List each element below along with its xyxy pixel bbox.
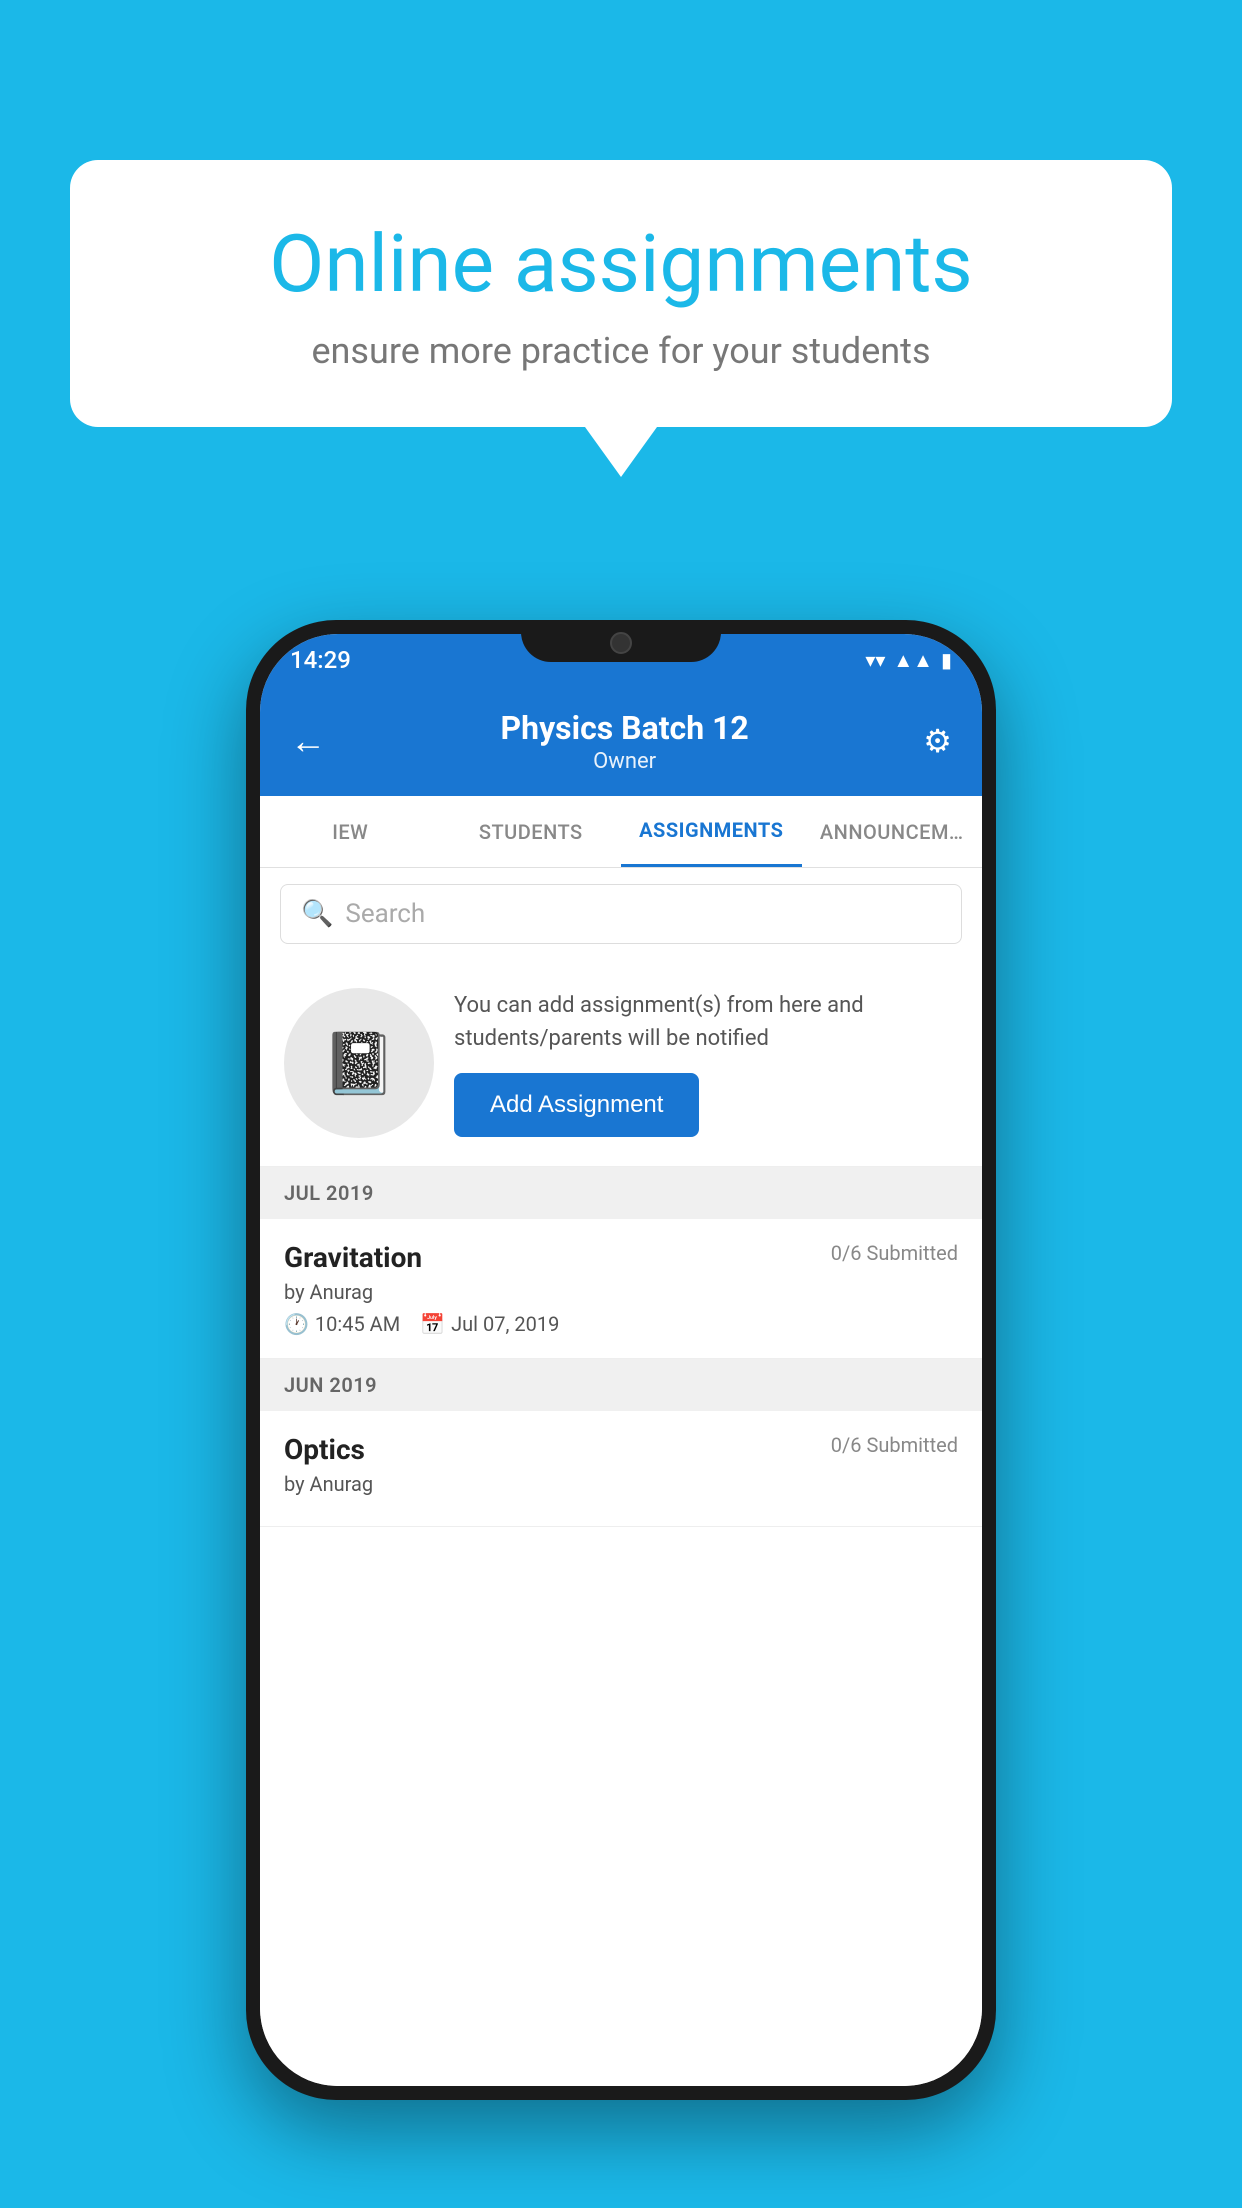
- assignment-row1: Gravitation 0/6 Submitted: [284, 1241, 958, 1274]
- header-title: Physics Batch 12: [501, 709, 749, 747]
- status-icons: ▾▾ ▲▲ ▮: [865, 648, 952, 673]
- clock-icon: 🕐: [284, 1312, 309, 1336]
- assignment-meta-gravitation: 🕐 10:45 AM 📅 Jul 07, 2019: [284, 1312, 958, 1336]
- calendar-icon: 📅: [420, 1312, 445, 1336]
- speech-bubble-subtitle: ensure more practice for your students: [130, 330, 1112, 372]
- header-title-block: Physics Batch 12 Owner: [501, 709, 749, 774]
- speech-bubble-title: Online assignments: [130, 220, 1112, 308]
- tab-announcements[interactable]: ANNOUNCEM…: [802, 796, 983, 867]
- add-assignment-button[interactable]: Add Assignment: [454, 1073, 699, 1137]
- speech-bubble-container: Online assignments ensure more practice …: [70, 160, 1172, 477]
- front-camera: [610, 632, 632, 654]
- app-header: ← Physics Batch 12 Owner ⚙: [260, 686, 982, 796]
- assignment-submitted-gravitation: 0/6 Submitted: [831, 1241, 958, 1265]
- phone-outer: 14:29 ▾▾ ▲▲ ▮ ← Physics Batch 12 Owner ⚙: [246, 620, 996, 2100]
- search-bar-container: 🔍 Search: [260, 868, 982, 960]
- assignment-title-gravitation: Gravitation: [284, 1241, 422, 1274]
- tab-students[interactable]: STUDENTS: [441, 796, 622, 867]
- search-icon: 🔍: [301, 899, 333, 929]
- phone-mockup: 14:29 ▾▾ ▲▲ ▮ ← Physics Batch 12 Owner ⚙: [246, 620, 996, 2100]
- promo-description: You can add assignment(s) from here and …: [454, 989, 958, 1055]
- wifi-icon: ▾▾: [865, 648, 885, 672]
- back-button[interactable]: ←: [290, 720, 326, 762]
- assignment-date-gravitation: 📅 Jul 07, 2019: [420, 1312, 559, 1336]
- tabs-bar: IEW STUDENTS ASSIGNMENTS ANNOUNCEM…: [260, 796, 982, 868]
- promo-section: 📓 You can add assignment(s) from here an…: [260, 960, 982, 1167]
- promo-text-block: You can add assignment(s) from here and …: [454, 989, 958, 1137]
- search-bar[interactable]: 🔍 Search: [280, 884, 962, 944]
- month-header-jun: JUN 2019: [260, 1359, 982, 1411]
- search-placeholder: Search: [345, 899, 425, 929]
- promo-icon-circle: 📓: [284, 988, 434, 1138]
- notebook-icon: 📓: [322, 1028, 397, 1099]
- assignment-submitted-optics: 0/6 Submitted: [831, 1433, 958, 1457]
- assignment-by-optics: by Anurag: [284, 1472, 958, 1496]
- assignment-item-gravitation[interactable]: Gravitation 0/6 Submitted by Anurag 🕐 10…: [260, 1219, 982, 1359]
- signal-icon: ▲▲: [893, 648, 933, 673]
- assignment-time-gravitation: 🕐 10:45 AM: [284, 1312, 400, 1336]
- tab-assignments[interactable]: ASSIGNMENTS: [621, 796, 802, 867]
- speech-bubble-tail: [585, 427, 657, 477]
- assignment-by-gravitation: by Anurag: [284, 1280, 958, 1304]
- phone-screen: 14:29 ▾▾ ▲▲ ▮ ← Physics Batch 12 Owner ⚙: [260, 634, 982, 2086]
- assignment-title-optics: Optics: [284, 1433, 365, 1466]
- phone-notch: [521, 620, 721, 662]
- tab-iew[interactable]: IEW: [260, 796, 441, 867]
- header-subtitle: Owner: [501, 749, 749, 774]
- assignment-row1-optics: Optics 0/6 Submitted: [284, 1433, 958, 1466]
- status-time: 14:29: [290, 646, 351, 674]
- speech-bubble: Online assignments ensure more practice …: [70, 160, 1172, 427]
- assignment-item-optics[interactable]: Optics 0/6 Submitted by Anurag: [260, 1411, 982, 1527]
- settings-icon[interactable]: ⚙: [923, 722, 952, 760]
- content-area: 🔍 Search 📓 You can add assignment(s) fro…: [260, 868, 982, 2086]
- month-header-jul: JUL 2019: [260, 1167, 982, 1219]
- battery-icon: ▮: [941, 648, 952, 672]
